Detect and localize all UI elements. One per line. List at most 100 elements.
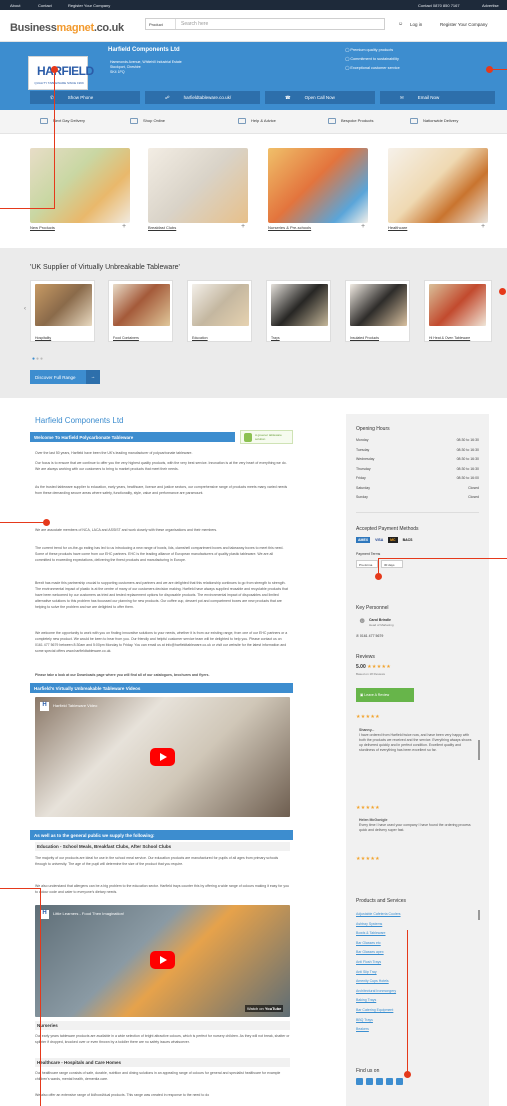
company-name: Harfield Components Ltd (108, 47, 180, 53)
payment-cards: AMEX VISA MC BACS (356, 537, 413, 543)
products-services-link[interactable]: Amenity Cups Hotels (356, 979, 389, 983)
products-services-link[interactable]: Bar Glasses apex (356, 950, 384, 954)
trusted-text: As the trusted tableware supplier to edu… (35, 485, 288, 495)
allergens-text: We also understand that allergens can be… (35, 884, 289, 894)
product-card[interactable]: Hi Heat & Oven Tableware (424, 280, 492, 342)
category-nurseries[interactable] (268, 148, 368, 223)
plus-icon[interactable]: + (122, 223, 126, 230)
search-scope-select[interactable]: Product (146, 19, 176, 29)
phone-button[interactable]: ✆ Show Phone (30, 91, 140, 104)
feature-shop: Shop Online (130, 118, 165, 124)
feature-delivery: Next Day Delivery (40, 118, 85, 124)
education-heading: Education - School Meals, Breakfast Club… (35, 842, 290, 851)
category-healthcare[interactable] (388, 148, 488, 223)
company-heading: Harfield Components Ltd (35, 416, 124, 425)
mastercard-icon: MC (388, 537, 398, 543)
search-bar[interactable]: Product Search here (145, 18, 385, 30)
watch-on-youtube[interactable]: Watch on YouTube (245, 1005, 284, 1012)
video-player-2[interactable]: H Little Learners - Food Then Imaginatio… (35, 905, 290, 1017)
nav-contact[interactable]: Contact (38, 3, 52, 8)
videos-bar: Harfield's Virtually Unbreakable Tablewa… (30, 683, 293, 693)
term-chip: 30 days (381, 560, 403, 568)
products-services-link[interactable]: Bowls & Tableware (356, 931, 386, 935)
products-services-link[interactable]: Beakers (356, 1027, 369, 1031)
play-icon[interactable] (150, 748, 175, 766)
hours-title: Opening Hours (356, 426, 390, 432)
site-logo[interactable]: Businessmagnet.co.uk (10, 22, 124, 34)
annotation-dot (43, 519, 50, 526)
focus-text: Our focus is to ensure that we continue … (35, 461, 287, 471)
search-input[interactable]: Search here (181, 21, 208, 27)
category-label[interactable]: Healthcare (388, 225, 407, 230)
carousel-dots[interactable]: ●●● (32, 356, 44, 362)
leaf-icon (244, 433, 252, 442)
product-card[interactable]: Food Containers (108, 280, 173, 342)
products-services-link[interactable]: Architectural Ironmongery (356, 989, 396, 993)
call-button[interactable]: ☎ Open Call Now (265, 91, 375, 104)
linkedin-icon[interactable] (376, 1078, 383, 1085)
arrow-right-icon: → (86, 370, 100, 384)
plus-icon[interactable]: + (481, 223, 485, 230)
payment-title: Accepted Payment Methods (356, 526, 419, 532)
annotation-line (378, 558, 507, 559)
hours-row: Wednesday 08:30 to 16:30 (356, 457, 479, 461)
instagram-icon[interactable] (396, 1078, 403, 1085)
check-icon: ◯ Premium quality products (345, 48, 394, 52)
trend-text: The current trend for on-the-go eating h… (35, 546, 284, 562)
nav-about[interactable]: About (10, 3, 20, 8)
downloads-text: Please take a look at our Downloads page… (35, 673, 210, 677)
category-label[interactable]: Nurseries & Pre-schools (268, 225, 311, 230)
category-new-products[interactable] (30, 148, 130, 223)
product-card[interactable]: Trays (266, 280, 331, 342)
plus-icon[interactable]: + (361, 223, 365, 230)
product-card[interactable]: Insulated Products (345, 280, 410, 342)
website-button[interactable]: ☍ harfieldtableware.co.uk/ (145, 91, 260, 104)
products-services-link[interactable]: Anti Flush Trays (356, 960, 381, 964)
nurseries-text: Our early years tableware products are a… (35, 1034, 290, 1044)
twitter-icon[interactable] (366, 1078, 373, 1085)
email-button[interactable]: ✉ Email Now (380, 91, 495, 104)
product-card[interactable]: Education (187, 280, 252, 342)
site-header: Businessmagnet.co.uk Product Search here… (0, 10, 507, 42)
hours-row: Monday 08:30 to 16:30 (356, 438, 479, 442)
education-text: The majority of our products are ideal f… (35, 856, 279, 866)
channel-icon: H (40, 702, 49, 711)
payment-terms-label: Payment Terms (356, 552, 381, 556)
scrollbar[interactable] (478, 910, 480, 920)
chevron-left-icon[interactable]: ‹ (24, 306, 26, 312)
hours-row: Friday 08:30 to 16:00 (356, 476, 479, 480)
link-icon: ☍ (165, 95, 170, 100)
play-icon[interactable] (150, 951, 175, 969)
person-phone[interactable]: ✆ 0161 477 5679 (356, 634, 383, 638)
category-breakfast-clubs[interactable] (148, 148, 248, 223)
facebook-icon[interactable] (356, 1078, 363, 1085)
product-card[interactable]: Hospitality (30, 280, 95, 342)
rating: 5.00 ★★★★★ (356, 664, 392, 670)
products-services-link[interactable]: Ashtray Systems (356, 922, 382, 926)
category-label[interactable]: New Products (30, 225, 55, 230)
nav-advertise[interactable]: Advertise (482, 3, 499, 8)
video-player-1[interactable]: H Harfield Tableware Video (35, 697, 290, 817)
nav-phone[interactable]: Contact 0870 850 7167 (418, 3, 460, 8)
reviews-count: Based on 18 Reviews (356, 672, 386, 676)
products-services-link[interactable]: Anti Slip Tray (356, 970, 377, 974)
scrollbar[interactable] (478, 740, 480, 760)
nav-register[interactable]: Register Your Company (68, 3, 110, 8)
products-services-link[interactable]: Bar Glasses etc (356, 941, 381, 945)
discover-range-button[interactable]: Discover Full Range → (30, 370, 100, 384)
youtube-icon[interactable] (386, 1078, 393, 1085)
bacs-icon: BACS (402, 538, 413, 542)
truck-icon (40, 118, 48, 124)
feature-nationwide: Nationwide Delivery (410, 118, 458, 124)
products-services-title: Products and Services (356, 898, 407, 904)
products-services-link[interactable]: Baking Trays (356, 998, 376, 1002)
login-link[interactable]: Log in (410, 22, 422, 27)
plus-icon[interactable]: + (241, 223, 245, 230)
leave-review-button[interactable]: ▣ Leave A Review (356, 688, 414, 702)
products-services-link[interactable]: Adjustable Cafeteria Coolers (356, 912, 401, 916)
products-services-link[interactable]: BBQ Trays (356, 1018, 373, 1022)
general-bar: As well as to the general public we supp… (30, 830, 293, 840)
register-company-link[interactable]: Register Your Company (440, 22, 488, 27)
products-services-link[interactable]: Bar Catering Equipment (356, 1008, 393, 1012)
category-label[interactable]: Breakfast Clubs (148, 225, 176, 230)
